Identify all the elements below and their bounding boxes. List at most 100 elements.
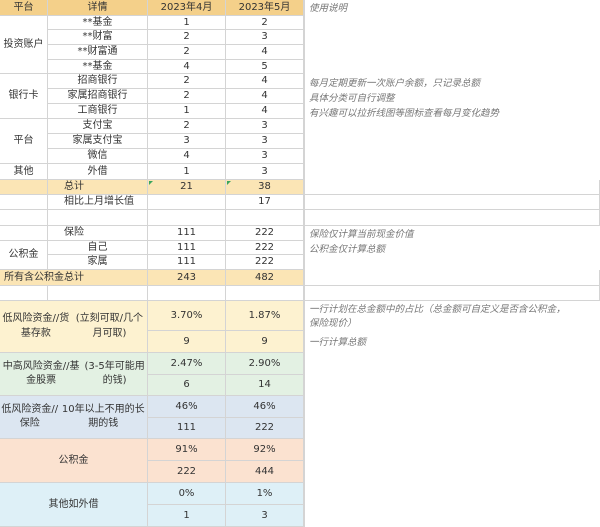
- total-blank[interactable]: [0, 180, 48, 195]
- row-may[interactable]: 4: [226, 45, 304, 60]
- category-pct-april[interactable]: 3.70%: [148, 301, 226, 331]
- row-may[interactable]: 3: [226, 164, 304, 180]
- blank-cell[interactable]: [48, 210, 148, 226]
- row-detail[interactable]: 家属支付宝: [48, 134, 148, 149]
- row-may[interactable]: 3: [226, 30, 304, 45]
- growth-note-blank[interactable]: [304, 195, 600, 210]
- row-may[interactable]: 5: [226, 60, 304, 74]
- gjj-self-detail[interactable]: 自己: [48, 241, 148, 255]
- row-detail[interactable]: **基金: [48, 60, 148, 74]
- row-may[interactable]: 4: [226, 89, 304, 104]
- total-note-blank[interactable]: [304, 180, 600, 195]
- grand-total-note-blank[interactable]: [304, 270, 600, 286]
- category-pct-may[interactable]: 1%: [226, 483, 304, 505]
- growth-label[interactable]: 相比上月增长值: [48, 195, 148, 210]
- grand-total-may[interactable]: 482: [226, 270, 304, 286]
- row-april[interactable]: 2: [148, 89, 226, 104]
- category-pct-may[interactable]: 92%: [226, 439, 304, 461]
- blank-cell[interactable]: [226, 286, 304, 301]
- row-april[interactable]: 1: [148, 16, 226, 30]
- insurance-detail[interactable]: 保险: [48, 226, 148, 241]
- blank-cell[interactable]: [148, 286, 226, 301]
- row-detail[interactable]: 招商银行: [48, 74, 148, 89]
- row-april[interactable]: 4: [148, 60, 226, 74]
- group-invest[interactable]: 投资账户: [0, 16, 48, 74]
- category-housing-fund[interactable]: 公积金: [0, 439, 148, 483]
- row-april[interactable]: 2: [148, 30, 226, 45]
- row-may[interactable]: 4: [226, 104, 304, 119]
- group-gjj[interactable]: 公积金: [0, 241, 48, 270]
- row-detail[interactable]: 外借: [48, 164, 148, 180]
- category-pct-april[interactable]: 91%: [148, 439, 226, 461]
- row-april[interactable]: 2: [148, 74, 226, 89]
- total-label[interactable]: 总计: [48, 180, 148, 195]
- row-april[interactable]: 4: [148, 149, 226, 164]
- row-may[interactable]: 4: [226, 74, 304, 89]
- blank-cell[interactable]: [48, 286, 148, 301]
- category-pct-may[interactable]: 2.90%: [226, 353, 304, 375]
- blank-cell[interactable]: [0, 286, 48, 301]
- gjj-family-may[interactable]: 222: [226, 255, 304, 270]
- blank-cell[interactable]: [226, 210, 304, 226]
- growth-april[interactable]: [148, 195, 226, 210]
- row-detail[interactable]: 家属招商银行: [48, 89, 148, 104]
- category-pct-april[interactable]: 46%: [148, 396, 226, 418]
- header-april[interactable]: 2023年4月: [148, 0, 226, 16]
- category-amt-april[interactable]: 6: [148, 375, 226, 396]
- blank-cell[interactable]: [0, 210, 48, 226]
- category-insurance-long-term[interactable]: 低风险资金//保险 10年以上不用的长期的钱: [0, 396, 148, 439]
- group-platform[interactable]: 平台: [0, 119, 48, 164]
- row-detail[interactable]: **财富: [48, 30, 148, 45]
- category-pct-may[interactable]: 46%: [226, 396, 304, 418]
- category-amt-april[interactable]: 111: [148, 418, 226, 439]
- category-pct-may[interactable]: 1.87%: [226, 301, 304, 331]
- row-detail[interactable]: 支付宝: [48, 119, 148, 134]
- category-amt-april[interactable]: 9: [148, 331, 226, 353]
- row-detail[interactable]: **基金: [48, 16, 148, 30]
- row-may[interactable]: 3: [226, 119, 304, 134]
- total-april[interactable]: 21: [148, 180, 226, 195]
- row-april[interactable]: 1: [148, 164, 226, 180]
- grand-total-april[interactable]: 243: [148, 270, 226, 286]
- category-amt-april[interactable]: 1: [148, 505, 226, 527]
- grand-total-label[interactable]: 所有含公积金总计: [0, 270, 148, 286]
- category-pct-april[interactable]: 0%: [148, 483, 226, 505]
- category-amt-may[interactable]: 444: [226, 461, 304, 483]
- category-amt-april[interactable]: 222: [148, 461, 226, 483]
- category-other-lending[interactable]: 其他如外借: [0, 483, 148, 527]
- header-platform[interactable]: 平台: [0, 0, 48, 16]
- blank-cell[interactable]: [148, 210, 226, 226]
- row-detail[interactable]: 工商银行: [48, 104, 148, 119]
- insurance-may[interactable]: 222: [226, 226, 304, 241]
- category-amt-may[interactable]: 3: [226, 505, 304, 527]
- growth-may[interactable]: 17: [226, 195, 304, 210]
- total-may[interactable]: 38: [226, 180, 304, 195]
- gjj-self-april[interactable]: 111: [148, 241, 226, 255]
- row-april[interactable]: 2: [148, 119, 226, 134]
- gjj-self-may[interactable]: 222: [226, 241, 304, 255]
- row-may[interactable]: 3: [226, 149, 304, 164]
- row-may[interactable]: 3: [226, 134, 304, 149]
- row-april[interactable]: 2: [148, 45, 226, 60]
- row-may[interactable]: 2: [226, 16, 304, 30]
- category-mid-high-risk[interactable]: 中高风险资金//基金股票 (3-5年可能用的钱): [0, 353, 148, 396]
- insurance-april[interactable]: 111: [148, 226, 226, 241]
- category-amt-may[interactable]: 222: [226, 418, 304, 439]
- category-low-risk-cash[interactable]: 低风险资金//货基存款 (立刻可取/几个月可取): [0, 301, 148, 353]
- group-bank[interactable]: 银行卡: [0, 74, 48, 119]
- gjj-family-april[interactable]: 111: [148, 255, 226, 270]
- category-pct-april[interactable]: 2.47%: [148, 353, 226, 375]
- row-april[interactable]: 3: [148, 134, 226, 149]
- row-april[interactable]: 1: [148, 104, 226, 119]
- blank-cell[interactable]: [304, 210, 600, 226]
- blank-cell[interactable]: [304, 286, 600, 301]
- group-other[interactable]: 其他: [0, 164, 48, 180]
- row-detail[interactable]: **财富通: [48, 45, 148, 60]
- header-may[interactable]: 2023年5月: [226, 0, 304, 16]
- category-amt-may[interactable]: 14: [226, 375, 304, 396]
- category-amt-may[interactable]: 9: [226, 331, 304, 353]
- row-detail[interactable]: 微信: [48, 149, 148, 164]
- header-detail[interactable]: 详情: [48, 0, 148, 16]
- growth-blank[interactable]: [0, 195, 48, 210]
- gjj-family-detail[interactable]: 家属: [48, 255, 148, 270]
